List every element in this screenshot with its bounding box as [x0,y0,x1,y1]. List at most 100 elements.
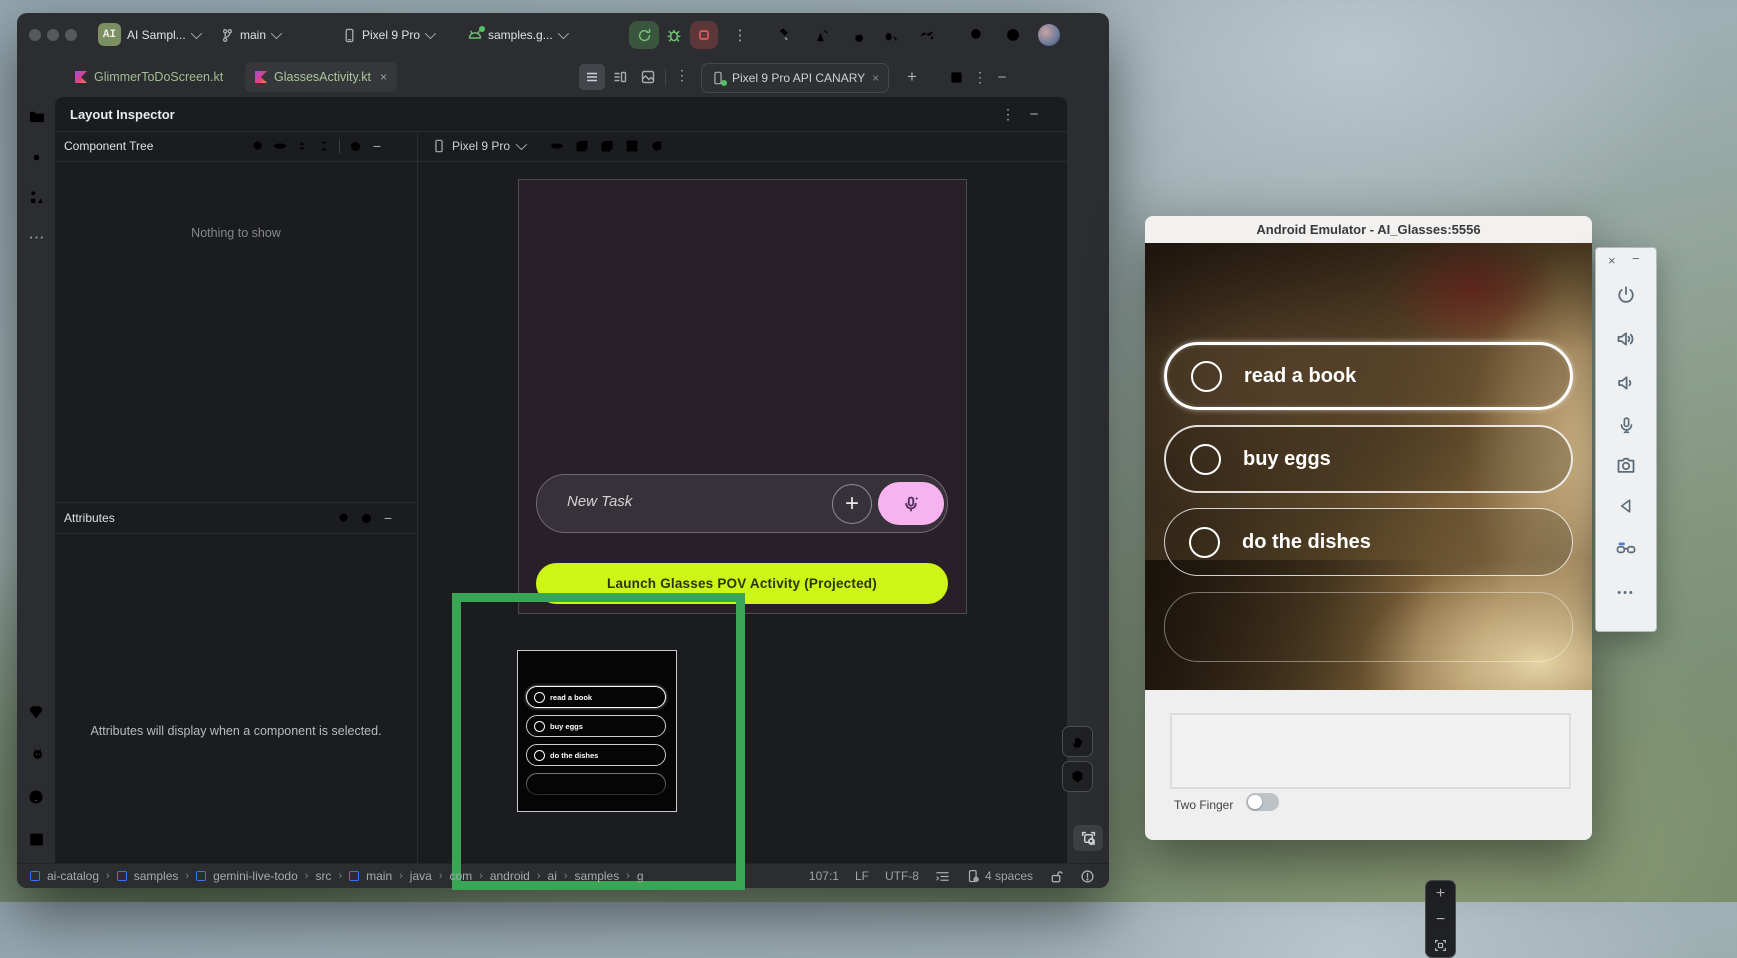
project-folder-icon[interactable] [25,105,47,127]
crumb-item[interactable]: samples [134,869,179,883]
crumb-item[interactable]: ai [548,869,557,883]
expand-all-icon[interactable] [291,135,313,157]
mode-3d-icon[interactable] [1062,761,1093,792]
tab-glimmertodoscreen[interactable]: GlimmerToDoScreen.kt [65,62,233,92]
structure-icon[interactable] [25,186,47,208]
touchpad-area[interactable] [1170,713,1571,789]
apply-changes-icon[interactable] [810,24,832,46]
rerun-button[interactable] [629,21,659,49]
collapse-all-icon[interactable] [313,135,335,157]
close-icon[interactable]: × [872,71,879,85]
live-updates-icon[interactable] [621,135,643,157]
crumb-item[interactable]: src [315,869,331,883]
close-icon[interactable]: × [1608,253,1616,268]
vcs-branch-selector[interactable]: main [220,13,279,57]
microphone-icon[interactable] [1615,414,1637,436]
panel-hide-minus[interactable]: − [1023,103,1045,125]
debug-button[interactable] [665,26,683,49]
crumb-item[interactable]: ai-catalog [47,869,99,883]
window-minimize-button[interactable] [47,29,59,41]
profiler-icon[interactable] [916,24,938,46]
visibility-eye-icon[interactable] [546,135,568,157]
crumb-item[interactable]: main [366,869,392,883]
task-item-buy-eggs[interactable]: buy eggs [1164,425,1573,493]
zoom-out-button[interactable]: − [1436,912,1445,928]
more-tool-windows-icon[interactable] [25,226,47,248]
crumb-item[interactable]: com [449,869,472,883]
project-selector[interactable]: AI Sampl... [127,13,199,57]
render-device-selector[interactable]: Pixel 9 Pro [432,139,524,153]
indent-guide-icon[interactable] [935,869,950,884]
settings-gear-icon[interactable] [1002,24,1024,46]
hide-minus-icon[interactable]: − [377,507,399,529]
build-icon[interactable] [771,24,793,46]
search-icon[interactable] [333,507,355,529]
visibility-eye-icon[interactable] [269,135,291,157]
new-task-input[interactable]: New Task + [536,474,948,533]
voice-input-button[interactable] [878,482,944,525]
hide-panel-minus[interactable]: − [991,66,1013,88]
power-icon[interactable] [1615,284,1637,306]
window-zoom-button[interactable] [65,29,77,41]
window-close-button[interactable] [29,29,41,41]
running-device-tab[interactable]: Pixel 9 Pro API CANARY × [701,63,889,93]
task-item-do-the-dishes[interactable]: do the dishes [1164,508,1573,576]
snapshot-export-icon[interactable] [596,135,618,157]
emulator-camera-view[interactable]: read a book buy eggs do the dishes [1145,243,1592,690]
crumb-item[interactable]: g [637,869,644,883]
problems-icon[interactable] [25,786,47,808]
minimize-icon[interactable]: − [1632,251,1640,266]
running-cat-icon[interactable] [25,743,47,765]
gear-icon[interactable] [344,135,366,157]
emulator-title-bar[interactable]: Android Emulator - AI_Glasses:5556 [1145,216,1592,244]
sync-project-icon[interactable] [843,24,865,46]
radio-icon[interactable] [1189,527,1220,558]
close-icon[interactable]: × [380,70,387,84]
indent-widget[interactable]: 4 spaces [966,869,1033,883]
rendered-device-screen[interactable]: New Task + Launch Glasses POV Activity (… [518,179,967,614]
camera-icon[interactable] [1615,454,1637,476]
crumb-item[interactable]: java [410,869,432,883]
attach-debugger-icon[interactable] [879,24,901,46]
encoding[interactable]: UTF-8 [885,869,919,883]
add-device-tab-button[interactable]: + [901,66,923,88]
gear-icon[interactable] [355,507,377,529]
refresh-icon[interactable] [646,135,668,157]
radio-icon[interactable] [1191,361,1222,392]
error-indicator-icon[interactable] [1080,869,1095,884]
hide-minus-icon[interactable]: − [366,135,388,157]
more-options-icon[interactable]: ••• [1615,582,1637,604]
gem-icon[interactable] [25,701,47,723]
device-selector[interactable]: Pixel 9 Pro [342,13,433,57]
crumb-item[interactable]: samples [575,869,620,883]
view-mode-preview-icon[interactable] [635,64,661,90]
crumb-item[interactable]: android [490,869,530,883]
search-everywhere-icon[interactable] [966,24,988,46]
lock-open-icon[interactable] [1049,869,1064,884]
terminal-icon[interactable] [25,828,47,850]
panel-options-kebab[interactable]: ⋮ [969,66,991,88]
commit-icon[interactable] [25,146,47,168]
search-icon[interactable] [247,135,269,157]
pan-hand-icon[interactable] [1062,726,1093,757]
user-avatar[interactable] [1038,24,1060,46]
tab-options-kebab[interactable]: ⋮ [671,64,693,86]
add-task-button[interactable]: + [832,484,872,524]
crumb-item[interactable]: gemini-live-todo [213,869,298,883]
two-finger-toggle[interactable] [1246,793,1279,811]
view-mode-details-icon[interactable] [607,64,633,90]
radio-icon[interactable] [1190,444,1221,475]
snapshot-add-icon[interactable] [571,135,593,157]
layout-inspector-toggle-button[interactable] [1073,825,1103,851]
tab-glassesactivity[interactable]: GlassesActivity.kt × [245,62,397,92]
view-mode-list-icon[interactable] [579,64,605,90]
volume-up-icon[interactable] [1615,328,1637,350]
task-item-read-a-book[interactable]: read a book [1164,342,1573,410]
panel-options-kebab[interactable]: ⋮ [997,103,1019,125]
more-actions-kebab[interactable]: ⋮ [729,24,751,46]
zoom-in-button[interactable]: + [1436,886,1445,902]
glasses-icon[interactable] [1615,537,1637,559]
open-in-window-icon[interactable] [945,66,967,88]
zoom-fit-button[interactable] [1434,939,1447,952]
line-ending[interactable]: LF [855,869,869,883]
